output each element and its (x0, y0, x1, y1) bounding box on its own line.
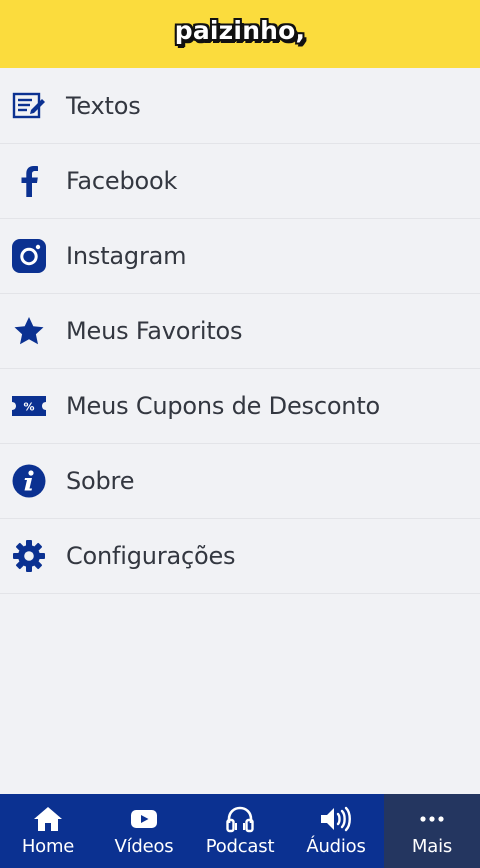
instagram-icon (12, 239, 46, 273)
tab-mais[interactable]: Mais (384, 794, 480, 868)
menu-item-configuracoes[interactable]: Configurações (0, 519, 480, 594)
tab-label: Mais (411, 836, 453, 857)
home-icon (33, 804, 63, 834)
app-header: paizinho, (0, 0, 480, 68)
menu-item-label: Configurações (66, 542, 236, 570)
menu-item-label: Textos (66, 91, 141, 120)
tab-videos[interactable]: Vídeos (96, 794, 192, 868)
gear-icon (12, 539, 46, 573)
facebook-icon (12, 164, 46, 198)
tab-podcast[interactable]: Podcast (192, 794, 288, 868)
more-dots-icon (420, 804, 444, 834)
coupon-icon: % (12, 389, 46, 423)
app-logo: paizinho, (174, 15, 306, 45)
menu-item-instagram[interactable]: Instagram (0, 219, 480, 294)
menu-item-label: Meus Favoritos (66, 317, 243, 345)
bottom-tab-bar: Home Vídeos Podcast Áudios Mais (0, 794, 480, 868)
headphones-icon (225, 804, 255, 834)
menu-item-label: Facebook (66, 167, 178, 195)
menu-item-favoritos[interactable]: Meus Favoritos (0, 294, 480, 369)
more-menu: Textos Facebook Instagram Meus Favoritos (0, 68, 480, 594)
menu-item-sobre[interactable]: Sobre (0, 444, 480, 519)
info-icon (12, 464, 46, 498)
star-icon (12, 314, 46, 348)
youtube-icon (131, 804, 157, 834)
tab-label: Podcast (205, 836, 275, 857)
svg-text:%: % (23, 401, 34, 414)
menu-item-label: Sobre (66, 467, 135, 495)
menu-item-textos[interactable]: Textos (0, 68, 480, 144)
menu-item-label: Meus Cupons de Desconto (66, 392, 381, 420)
tab-label: Vídeos (114, 836, 174, 857)
menu-item-label: Instagram (66, 242, 187, 270)
tab-home[interactable]: Home (0, 794, 96, 868)
tab-label: Home (21, 836, 75, 857)
menu-item-facebook[interactable]: Facebook (0, 144, 480, 219)
speaker-icon (320, 804, 352, 834)
tab-label: Áudios (306, 836, 366, 857)
menu-item-cupons[interactable]: % Meus Cupons de Desconto (0, 369, 480, 444)
document-edit-icon (12, 89, 46, 123)
tab-audios[interactable]: Áudios (288, 794, 384, 868)
